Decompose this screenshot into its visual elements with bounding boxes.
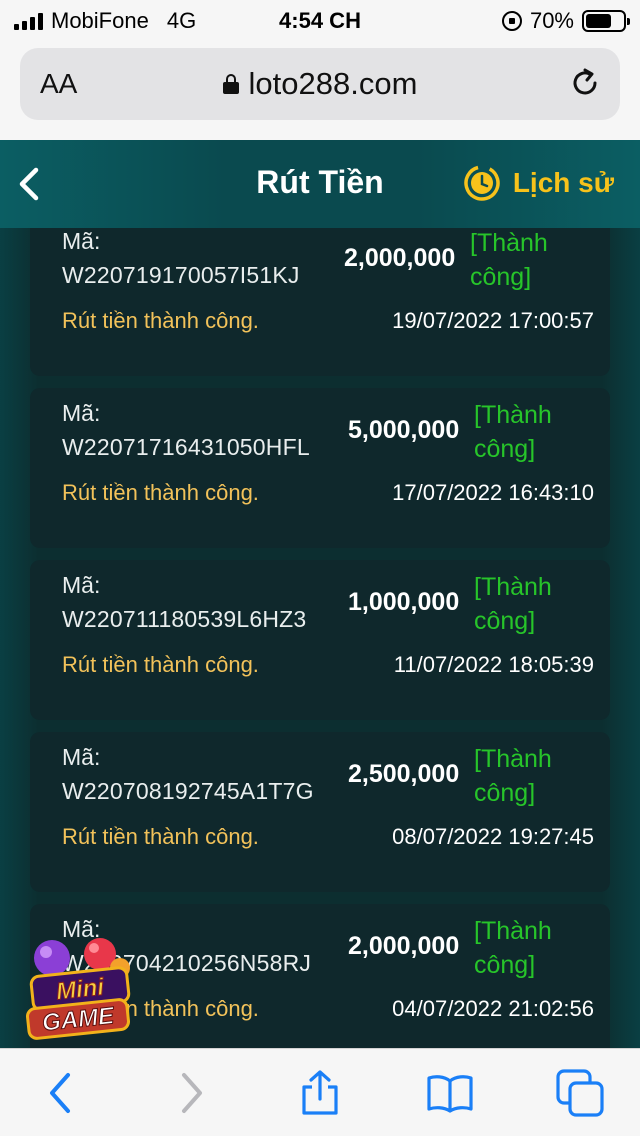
tabs-icon[interactable] — [556, 1069, 604, 1117]
url-display[interactable]: loto288.com — [20, 66, 620, 102]
list-item[interactable]: Mã: W220708192745A1T7G 2,500,000 [Thành … — [30, 732, 610, 892]
status-line1: [Thành — [474, 917, 552, 945]
status-message: Rút tiền thành công. — [62, 652, 259, 677]
bookmarks-icon[interactable] — [426, 1069, 474, 1117]
timestamp: 19/07/2022 17:00:57 — [392, 308, 594, 333]
reload-icon[interactable] — [568, 66, 602, 100]
history-button[interactable]: Lịch sử — [463, 164, 614, 202]
app-header: Rút Tiền Lịch sử — [0, 140, 640, 228]
status-badge: [Thành công] — [474, 742, 574, 810]
url-text: loto288.com — [248, 66, 418, 101]
browser-toolbar: AA loto288.com — [0, 40, 640, 140]
status-message: Rút tiền thành công. — [62, 480, 259, 505]
list-item[interactable]: Mã: W220719170057I51KJ 2,000,000 [Thành … — [30, 228, 610, 376]
transaction-code: W22071716431050HFL — [62, 434, 310, 460]
status-line2: công] — [470, 263, 532, 291]
code-label: Mã: — [62, 572, 101, 598]
timestamp: 11/07/2022 18:05:39 — [393, 652, 594, 677]
status-line2: công] — [474, 951, 536, 979]
amount: 5,000,000 — [348, 416, 460, 444]
amount: 2,000,000 — [344, 244, 456, 272]
history-label: Lịch sử — [512, 167, 614, 198]
transaction-code: W220711180539L6HZ3 — [62, 606, 307, 632]
status-line2: công] — [474, 779, 536, 807]
amount: 1,000,000 — [348, 588, 460, 616]
transaction-code: W220708192745A1T7G — [62, 778, 314, 804]
battery-percent: 70% — [529, 8, 574, 33]
status-line2: công] — [474, 607, 536, 635]
code-label: Mã: — [62, 744, 101, 770]
mini-game-button[interactable]: Mini GAME — [22, 932, 134, 1042]
status-line2: công] — [474, 435, 536, 463]
amount: 2,500,000 — [348, 760, 460, 788]
withdrawal-list[interactable]: Mã: W220719170057I51KJ 2,000,000 [Thành … — [0, 228, 640, 1048]
status-badge: [Thành công] — [470, 228, 570, 294]
rotation-lock-icon — [501, 11, 522, 31]
status-badge: [Thành công] — [474, 570, 574, 638]
transaction-code: W220719170057I51KJ — [62, 262, 300, 288]
code-label: Mã: — [62, 228, 101, 254]
status-line1: [Thành — [474, 745, 552, 773]
lock-icon — [222, 74, 239, 94]
amount: 2,000,000 — [348, 932, 460, 960]
status-badge: [Thành công] — [474, 914, 574, 982]
browser-bottom-toolbar — [0, 1048, 640, 1136]
browser-forward-icon[interactable] — [166, 1069, 214, 1117]
list-item[interactable]: Mã: W220711180539L6HZ3 1,000,000 [Thành … — [30, 560, 610, 720]
status-badge: [Thành công] — [474, 398, 574, 466]
timestamp: 04/07/2022 21:02:56 — [392, 996, 594, 1021]
status-message: Rút tiền thành công. — [62, 824, 259, 849]
status-message: Rút tiền thành công. — [62, 308, 259, 333]
status-line1: [Thành — [474, 573, 552, 601]
status-line1: [Thành — [474, 401, 552, 429]
list-item[interactable]: Mã: W22071716431050HFL 5,000,000 [Thành … — [30, 388, 610, 548]
code-label: Mã: — [62, 400, 101, 426]
share-icon[interactable] — [296, 1069, 344, 1117]
timestamp: 08/07/2022 19:27:45 — [392, 824, 594, 849]
battery-icon — [582, 10, 630, 32]
status-bar: MobiFone 4G 4:54 CH 70% — [0, 0, 640, 40]
address-bar[interactable]: AA loto288.com — [20, 48, 620, 120]
status-right: 70% — [501, 8, 630, 34]
timestamp: 17/07/2022 16:43:10 — [392, 480, 594, 505]
status-line1: [Thành — [470, 229, 548, 257]
browser-back-icon[interactable] — [38, 1069, 86, 1117]
clock-icon — [464, 165, 500, 201]
